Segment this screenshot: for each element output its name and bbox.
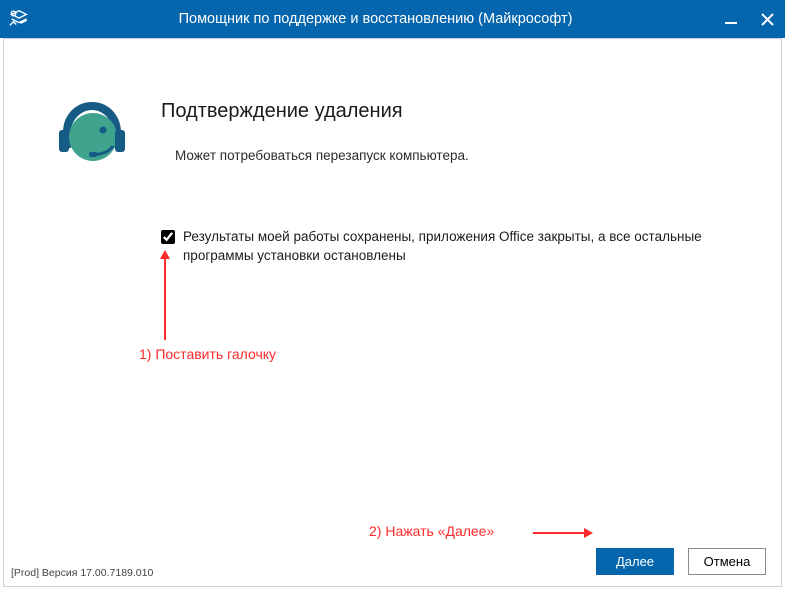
close-button[interactable] <box>749 0 785 38</box>
annotation-arrow-2 <box>533 532 593 534</box>
titlebar: Помощник по поддержке и восстановлению (… <box>0 0 785 38</box>
annotation-step1: 1) Поставить галочку <box>139 346 276 362</box>
minimize-button[interactable] <box>713 0 749 38</box>
cancel-button[interactable]: Отмена <box>688 548 766 575</box>
page-subtext: Может потребоваться перезапуск компьютер… <box>175 148 469 163</box>
footer-buttons: Далее Отмена <box>596 548 766 575</box>
version-label: [Prod] Версия 17.00.7189.010 <box>11 567 153 579</box>
confirm-checkbox-label[interactable]: Результаты моей работы сохранены, прилож… <box>183 228 721 266</box>
footer: [Prod] Версия 17.00.7189.010 Далее Отмен… <box>3 535 782 587</box>
page-heading: Подтверждение удаления <box>161 100 403 123</box>
next-button[interactable]: Далее <box>596 548 674 575</box>
titlebar-title: Помощник по поддержке и восстановлению (… <box>38 11 713 27</box>
titlebar-controls <box>713 0 785 38</box>
content-area: Подтверждение удаления Может потребовать… <box>3 38 782 587</box>
confirm-checkbox[interactable] <box>161 230 175 244</box>
app-icon <box>0 0 38 38</box>
support-headset-icon <box>53 92 131 170</box>
confirm-checkbox-row: Результаты моей работы сохранены, прилож… <box>161 228 721 266</box>
